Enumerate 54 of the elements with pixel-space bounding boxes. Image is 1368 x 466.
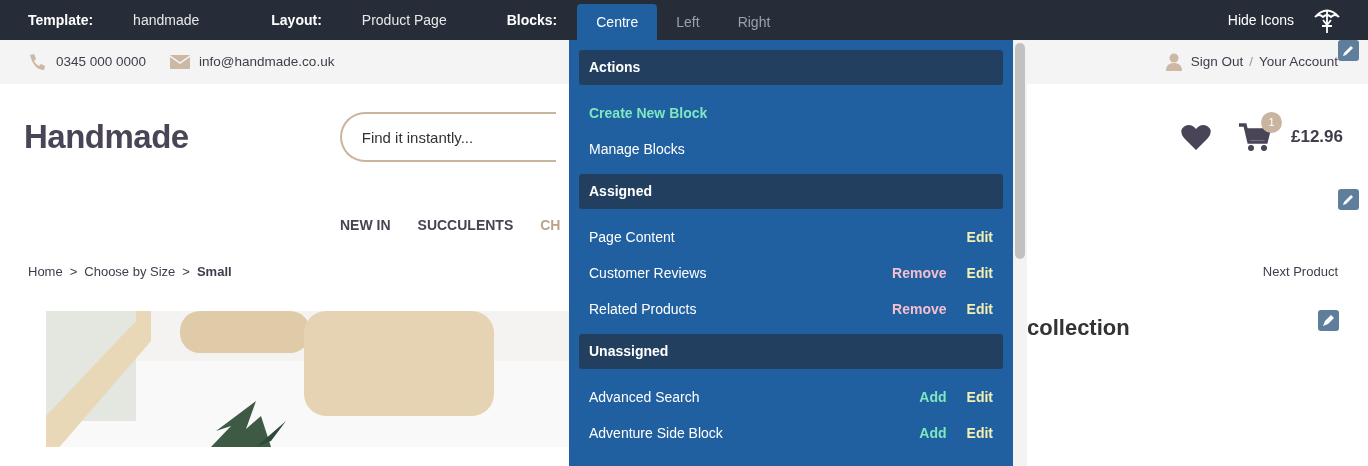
edit-icon[interactable] <box>1338 40 1359 61</box>
phone-number: 0345 000 0000 <box>56 52 147 71</box>
nav-link[interactable]: SUCCULENTS <box>417 215 514 247</box>
field-value: Product Page <box>361 10 447 30</box>
product-title: collection <box>1027 314 1130 342</box>
phone-icon <box>28 53 46 71</box>
tab[interactable]: Centre <box>577 4 658 40</box>
cart-total[interactable]: £12.96 <box>1291 124 1343 150</box>
add-link[interactable]: Add <box>919 386 947 408</box>
edit-link[interactable]: Edit <box>966 298 993 320</box>
add-link[interactable]: Add <box>919 422 947 444</box>
next-product-link[interactable]: Next Product <box>1262 262 1338 282</box>
separator: / <box>1249 52 1253 71</box>
field-label: Layout: <box>271 10 322 30</box>
email-address: info@handmade.co.uk <box>199 52 335 71</box>
field-label: Template: <box>28 10 94 30</box>
nav-link[interactable]: NEW IN <box>340 215 391 247</box>
account-link[interactable]: Your Account <box>1258 51 1338 73</box>
block-item[interactable]: Manage Blocks <box>589 138 685 160</box>
pen-icon[interactable] <box>1318 310 1339 331</box>
hide-icons-link[interactable]: Hide Icons <box>1227 9 1294 31</box>
edit-icon[interactable] <box>1338 189 1359 210</box>
sign-out-link[interactable]: Sign Out <box>1190 51 1244 73</box>
block-item[interactable]: Create New Block <box>589 102 708 124</box>
breadcrumb-link[interactable]: Choose by Size <box>84 262 176 282</box>
section-header: Actions <box>579 50 1003 85</box>
edit-link[interactable]: Edit <box>966 226 993 248</box>
scrollbar-thumb[interactable] <box>1015 43 1025 259</box>
cart-icon[interactable] <box>1239 122 1271 152</box>
edit-link[interactable]: Edit <box>966 386 993 408</box>
breadcrumb-separator: > <box>182 263 190 282</box>
heart-icon[interactable] <box>1181 124 1211 150</box>
field-value: handmade <box>133 10 200 30</box>
block-item[interactable]: Customer Reviews <box>589 262 707 284</box>
tab[interactable]: Right <box>718 4 790 40</box>
envelope-icon <box>170 55 191 69</box>
block-item[interactable]: Adventure Side Block <box>589 422 723 444</box>
section-header: Unassigned <box>579 334 1003 369</box>
remove-link[interactable]: Remove <box>892 262 947 284</box>
edit-link[interactable]: Edit <box>966 422 993 444</box>
user-icon <box>1165 53 1182 71</box>
breadcrumb-link[interactable]: Home <box>28 262 63 282</box>
search-field[interactable]: Find it instantly... <box>339 112 556 162</box>
tab[interactable]: Left <box>657 4 719 40</box>
block-item[interactable]: Related Products <box>589 298 697 320</box>
edit-link[interactable]: Edit <box>966 262 993 284</box>
logo[interactable]: Handmade <box>24 112 189 162</box>
section-header: Assigned <box>579 174 1003 209</box>
blocks-label: Blocks: <box>506 10 558 30</box>
breadcrumb-separator: > <box>69 263 78 282</box>
remove-link[interactable]: Remove <box>892 298 947 320</box>
block-item[interactable]: Advanced Search <box>589 386 700 408</box>
block-item[interactable]: Page Content <box>589 226 675 248</box>
cart-count-badge: 1 <box>1261 112 1282 133</box>
